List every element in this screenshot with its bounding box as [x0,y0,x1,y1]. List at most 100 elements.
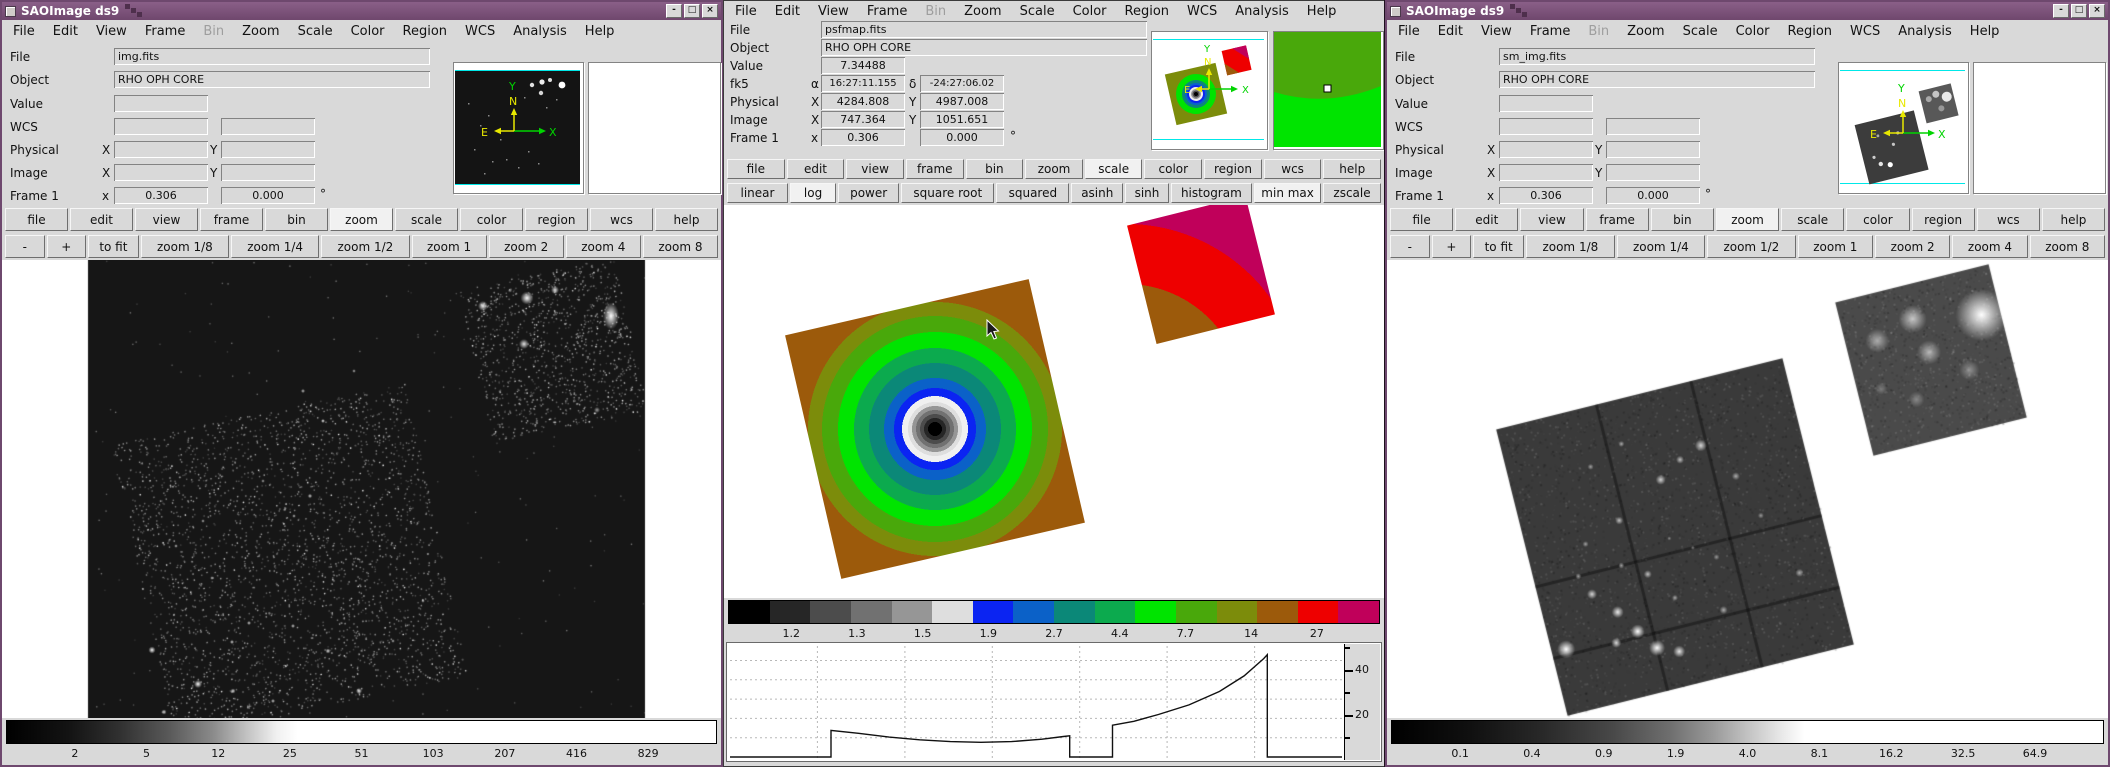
window-menu-icon[interactable] [5,6,16,17]
tab-scale[interactable]: scale [395,208,458,231]
image-x-field[interactable]: 747.364 [821,111,905,128]
tab-region[interactable]: region [1204,159,1262,179]
tab-help[interactable]: help [2042,208,2105,231]
tab-view[interactable]: view [135,208,198,231]
scale-button-histogram[interactable]: histogram [1171,183,1253,203]
zoom-button-zoom-1[interactable]: zoom 1 [1798,235,1873,258]
titlebar[interactable]: SAOImage ds9 - □ × [2,2,721,20]
file-field[interactable]: sm_img.fits [1499,48,1815,65]
frame-rotation-field[interactable]: 0.000 [1606,187,1700,204]
frame-zoom-field[interactable]: 0.306 [114,187,208,204]
image-x-field[interactable] [114,164,208,181]
panner[interactable]: X E N Y [1151,31,1268,150]
menu-item-region[interactable]: Region [394,24,457,39]
scale-button-asinh[interactable]: asinh [1071,183,1123,203]
file-field[interactable]: img.fits [114,48,430,65]
scale-button-zscale[interactable]: zscale [1323,183,1381,203]
tab-frame[interactable]: frame [1586,208,1649,231]
panner[interactable]: X E N Y [1838,62,1969,194]
tab-file[interactable]: file [727,159,785,179]
menu-item-file[interactable]: File [726,4,766,19]
object-field[interactable]: RHO OPH CORE [114,71,430,88]
tab-wcs[interactable]: wcs [1977,208,2040,231]
tab-help[interactable]: help [1323,159,1381,179]
tab-file[interactable]: file [5,208,68,231]
zoom-button-zoom-4[interactable]: zoom 4 [1952,235,2027,258]
colorbar[interactable]: 1.21.31.51.92.74.47.71427 [724,598,1384,641]
menu-item-wcs[interactable]: WCS [456,24,504,39]
wcs-y-field[interactable] [1606,118,1700,135]
value-field[interactable] [114,95,208,112]
menu-item-wcs[interactable]: WCS [1178,4,1226,19]
wcs-y-field[interactable] [221,118,315,135]
zoom-button-zoom-1[interactable]: zoom 1 [412,235,487,258]
tab-help[interactable]: help [655,208,718,231]
tab-zoom[interactable]: zoom [1716,208,1779,231]
colorbar-gradient[interactable] [1391,720,2104,744]
menu-item-analysis[interactable]: Analysis [1889,24,1961,39]
physical-x-field[interactable] [1499,141,1593,158]
menu-item-color[interactable]: Color [342,24,394,39]
maximize-icon[interactable]: □ [684,4,700,18]
tab-edit[interactable]: edit [70,208,133,231]
close-icon[interactable]: × [702,4,718,18]
zoom-button-zoom-2[interactable]: zoom 2 [1875,235,1950,258]
zoom-button-to-fit[interactable]: to fit [1473,235,1524,258]
physical-x-field[interactable]: 4284.808 [821,93,905,110]
menu-item-bin[interactable]: Bin [916,4,955,19]
close-icon[interactable]: × [2089,4,2105,18]
frame-rotation-field[interactable]: 0.000 [221,187,315,204]
image-y-field[interactable] [1606,164,1700,181]
tab-view[interactable]: view [846,159,904,179]
titlebar[interactable]: SAOImage ds9 - □ × [1387,2,2108,20]
menu-item-analysis[interactable]: Analysis [1226,4,1298,19]
zoom-button--[interactable]: - [5,235,45,258]
menu-item-analysis[interactable]: Analysis [504,24,576,39]
wcs-x-field[interactable] [114,118,208,135]
menu-item-view[interactable]: View [87,24,136,39]
menu-item-help[interactable]: Help [576,24,624,39]
menu-item-frame[interactable]: Frame [858,4,917,19]
menu-item-edit[interactable]: Edit [1429,24,1472,39]
scale-button-sinh[interactable]: sinh [1125,183,1168,203]
tab-wcs[interactable]: wcs [1264,159,1322,179]
wcs-x-field[interactable] [1499,118,1593,135]
menu-item-zoom[interactable]: Zoom [955,4,1010,19]
menu-item-scale[interactable]: Scale [1011,4,1064,19]
zoom-button-zoom-1-4[interactable]: zoom 1/4 [231,235,319,258]
minimize-icon[interactable]: - [2053,4,2069,18]
physical-y-field[interactable] [1606,141,1700,158]
menu-item-zoom[interactable]: Zoom [1618,24,1673,39]
tab-edit[interactable]: edit [787,159,845,179]
zoom-button-to-fit[interactable]: to fit [88,235,139,258]
image-canvas[interactable] [724,205,1384,598]
frame-zoom-field[interactable]: 0.306 [821,129,905,146]
object-field[interactable]: RHO OPH CORE [821,39,1147,56]
value-field[interactable]: 7.34488 [821,57,905,74]
tab-bin[interactable]: bin [966,159,1024,179]
menu-item-edit[interactable]: Edit [766,4,809,19]
image-y-field[interactable]: 1051.651 [920,111,1004,128]
scale-button-log[interactable]: log [790,183,836,203]
tab-zoom[interactable]: zoom [1025,159,1083,179]
tab-region[interactable]: region [525,208,588,231]
zoom-button-zoom-4[interactable]: zoom 4 [566,235,641,258]
zoom-button--[interactable]: - [1390,235,1430,258]
colorbar[interactable]: 0.10.40.91.94.08.116.232.564.9 [1387,718,2108,763]
tab-bin[interactable]: bin [1651,208,1714,231]
menu-item-color[interactable]: Color [1064,4,1116,19]
minimize-icon[interactable]: - [666,4,682,18]
zoom-button-zoom-8[interactable]: zoom 8 [2030,235,2105,258]
menu-item-frame[interactable]: Frame [1521,24,1580,39]
object-field[interactable]: RHO OPH CORE [1499,71,1815,88]
zoom-button--[interactable]: + [47,235,87,258]
tab-region[interactable]: region [1912,208,1975,231]
menu-item-view[interactable]: View [809,4,858,19]
zoom-button-zoom-1-2[interactable]: zoom 1/2 [321,235,409,258]
image-canvas[interactable] [2,260,721,718]
physical-x-field[interactable] [114,141,208,158]
tab-wcs[interactable]: wcs [590,208,653,231]
menu-item-frame[interactable]: Frame [136,24,195,39]
menu-item-bin[interactable]: Bin [1579,24,1618,39]
tab-view[interactable]: view [1520,208,1583,231]
